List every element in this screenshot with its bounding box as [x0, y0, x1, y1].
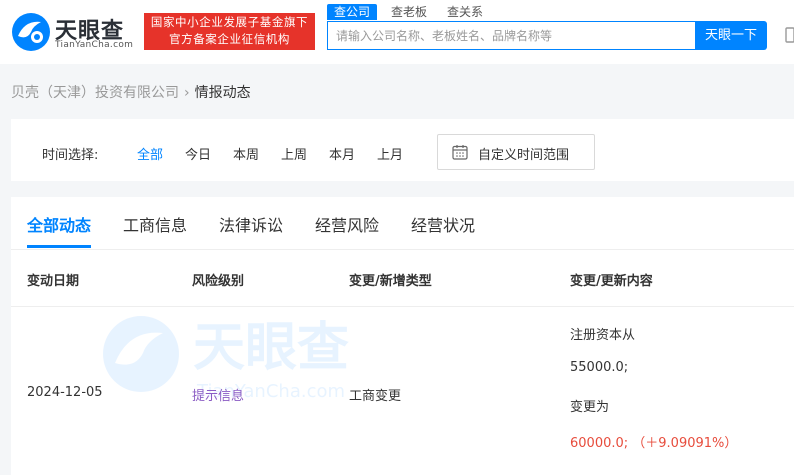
change-content-line-2: 55000.0; [570, 360, 629, 375]
column-header-change-type: 变更/新增类型 [349, 274, 432, 289]
search-box [327, 21, 695, 50]
change-content-line-4: 60000.0; （＋9.09091%） [570, 436, 738, 451]
logo-icon [12, 13, 50, 51]
search-button[interactable]: 天眼一下 [695, 21, 767, 50]
search-tab-relation[interactable]: 查关系 [447, 4, 483, 20]
change-content-line-3: 变更为 [570, 400, 610, 415]
breadcrumb: 贝壳（天津）投资有限公司 › 情报动态 [11, 82, 251, 102]
search-tab-boss[interactable]: 查老板 [391, 4, 427, 20]
tab-all-dynamics[interactable]: 全部动态 [27, 212, 91, 236]
calendar-icon [452, 145, 468, 160]
tab-business-info[interactable]: 工商信息 [123, 212, 187, 236]
time-option-last-week[interactable]: 上周 [281, 144, 307, 163]
custom-time-range-button[interactable]: 自定义时间范围 [437, 134, 595, 170]
column-header-change-content: 变更/更新内容 [570, 274, 653, 289]
tab-operating-risk[interactable]: 经营风险 [315, 212, 379, 236]
time-filter-label: 时间选择: [42, 148, 99, 163]
user-menu-icon[interactable] [784, 26, 794, 44]
row-date: 2024-12-05 [27, 385, 103, 400]
row-risk-level[interactable]: 提示信息 [192, 385, 244, 404]
active-tab-indicator [27, 245, 91, 248]
time-option-this-month[interactable]: 本月 [329, 144, 355, 163]
row-change-type: 工商变更 [349, 389, 402, 404]
table-row: 2024-12-05 提示信息 工商变更 注册资本从 55000.0; 变更为 … [11, 308, 794, 475]
top-header: 天眼查 TianYanCha.com 国家中小企业发展子基金旗下 官方备案企业征… [0, 0, 794, 64]
tab-operating-status[interactable]: 经营状况 [411, 212, 475, 236]
column-header-date: 变动日期 [27, 274, 80, 289]
category-tabs: 全部动态 工商信息 法律诉讼 经营风险 经营状况 [11, 197, 794, 250]
time-option-all[interactable]: 全部 [137, 144, 163, 163]
column-header-risk-level: 风险级别 [192, 274, 245, 289]
breadcrumb-separator-icon: › [184, 85, 190, 101]
time-option-this-week[interactable]: 本周 [233, 144, 259, 163]
dynamics-card: 全部动态 工商信息 法律诉讼 经营风险 经营状况 天眼查 TianYanCha.… [11, 197, 794, 475]
tab-legal-litigation[interactable]: 法律诉讼 [219, 212, 283, 236]
search-tab-company[interactable]: 查公司 [327, 4, 378, 20]
breadcrumb-company-link[interactable]: 贝壳（天津）投资有限公司 [11, 85, 179, 101]
custom-time-range-label: 自定义时间范围 [478, 148, 570, 163]
time-filter-card: 时间选择: 全部 今日 本周 上周 本月 上月 自定义时间范围 [11, 119, 794, 181]
time-option-today[interactable]: 今日 [185, 144, 211, 163]
change-content-line-1: 注册资本从 [570, 328, 636, 343]
breadcrumb-current: 情报动态 [194, 85, 251, 101]
official-badge: 国家中小企业发展子基金旗下 官方备案企业征信机构 [144, 13, 315, 50]
badge-line-1: 国家中小企业发展子基金旗下 [150, 15, 309, 29]
search-input[interactable] [328, 22, 695, 49]
badge-line-2: 官方备案企业征信机构 [169, 32, 290, 46]
time-option-last-month[interactable]: 上月 [377, 144, 403, 163]
table-header: 变动日期 风险级别 变更/新增类型 变更/更新内容 [11, 250, 794, 307]
site-logo[interactable]: 天眼查 TianYanCha.com [11, 12, 137, 52]
logo-subtext: TianYanCha.com [55, 40, 134, 50]
